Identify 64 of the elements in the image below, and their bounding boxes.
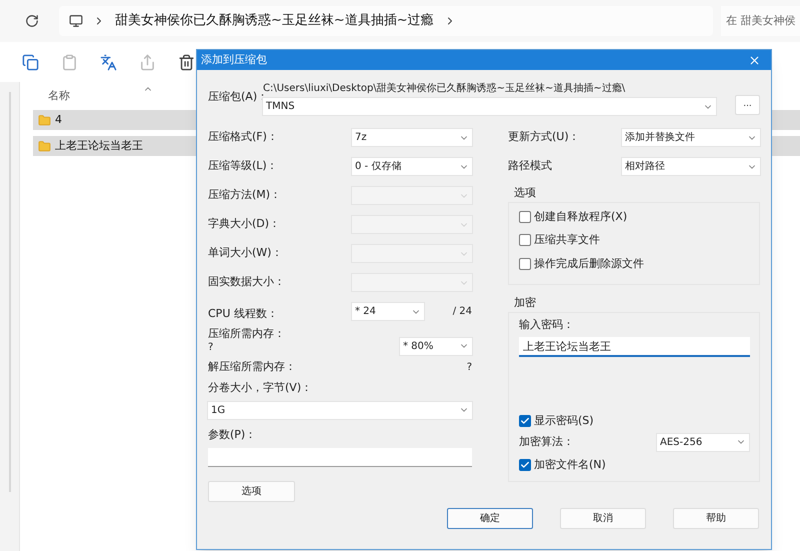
checkbox[interactable]: 创建自释放程序(X)	[519, 208, 749, 225]
dropdown[interactable]: 相对路径	[622, 158, 760, 175]
options-button[interactable]: 选项	[208, 481, 295, 502]
folder-icon	[38, 114, 51, 126]
dialog-button[interactable]: 帮助	[673, 508, 759, 529]
dropdown[interactable]: AES-256	[657, 434, 749, 450]
column-header[interactable]: 名称	[48, 88, 70, 104]
dropdown[interactable]: 1G	[208, 402, 472, 418]
refresh-icon[interactable]	[25, 14, 39, 28]
archive-path: C:\Users\liuxi\Desktop\甜美女神侯你已久酥胸诱惑~玉足丝袜~道具抽插~过瘾\	[263, 82, 626, 94]
clipboard-icon[interactable]	[61, 54, 78, 70]
folder-icon	[38, 140, 51, 152]
rename-icon[interactable]	[100, 54, 117, 70]
field-label: 字典大小(D)：	[208, 216, 280, 232]
password-field[interactable]: 上老王论坛当老王	[519, 337, 750, 357]
checkbox-label: 创建自释放程序(X)	[534, 208, 628, 224]
dropdown[interactable]: 添加并替换文件	[622, 129, 760, 146]
checkbox[interactable]: 操作完成后删除源文件	[519, 256, 749, 272]
field-label: 路径模式	[508, 158, 552, 174]
group-title: 选项	[514, 185, 537, 201]
checkbox[interactable]: 显示密码(S)	[519, 413, 749, 430]
field-label: 分卷大小，字节(V)：	[208, 380, 314, 396]
checkbox-label: 显示密码(S)	[534, 413, 594, 429]
memory-value: ?	[208, 341, 214, 355]
address-path: 甜美女神侯你已久酥胸诱惑~玉足丝袜~道具抽插~过瘾	[115, 12, 434, 30]
monitor-icon	[69, 14, 83, 28]
address-bar[interactable]: 甜美女神侯你已久酥胸诱惑~玉足丝袜~道具抽插~过瘾	[59, 6, 713, 36]
parameters-field[interactable]	[208, 448, 472, 467]
dialog-button[interactable]: 取消	[560, 508, 646, 529]
checkbox[interactable]: 加密文件名(N)	[519, 456, 749, 473]
dropdown[interactable]: 7z	[352, 129, 472, 146]
field-label: 固实数据大小：	[208, 274, 285, 290]
field-label: 压缩所需内存：	[208, 327, 285, 341]
checkbox[interactable]: 压缩共享文件	[519, 232, 749, 248]
field-label: CPU 线程数：	[208, 306, 278, 320]
field-label: 单词大小(W)：	[208, 245, 282, 262]
group-title: 加密	[514, 295, 537, 311]
dropdown[interactable]: 0 - 仅存储	[352, 158, 472, 175]
dialog-button[interactable]: 确定	[447, 508, 533, 529]
checkbox-label: 压缩共享文件	[534, 232, 600, 248]
field-label: 加密算法：	[519, 434, 574, 450]
field-label: 参数(P)：	[208, 426, 258, 442]
share-icon[interactable]	[139, 54, 156, 70]
file-name: 上老王论坛当老王	[55, 138, 143, 154]
checkbox-label: 加密文件名(N)	[534, 456, 606, 472]
field-label: 压缩等级(L)：	[208, 158, 278, 174]
field-label: 压缩方法(M)：	[208, 187, 282, 204]
close-icon[interactable]	[748, 54, 761, 66]
trash-icon[interactable]	[178, 54, 195, 70]
dropdown[interactable]: * 24	[352, 303, 424, 320]
checkbox-label: 操作完成后删除源文件	[534, 256, 644, 272]
thread-total: / 24	[452, 305, 472, 319]
browse-button[interactable]: ...	[735, 95, 760, 115]
file-name: 4	[55, 112, 62, 128]
field-label: 更新方式(U)：	[508, 129, 580, 146]
dropdown[interactable]: * 80%	[400, 338, 472, 354]
field-label: 压缩格式(F)：	[208, 129, 278, 146]
field-label: 解压缩所需内存：	[208, 358, 296, 375]
search-field[interactable]: 在 甜美女神侯	[721, 6, 800, 36]
dialog-title: 添加到压缩包	[201, 52, 267, 68]
dropdown[interactable]: TMNS	[263, 98, 716, 115]
copy-icon[interactable]	[22, 54, 39, 70]
memory-value: ?	[466, 360, 472, 374]
field-label: 输入密码：	[519, 316, 575, 332]
